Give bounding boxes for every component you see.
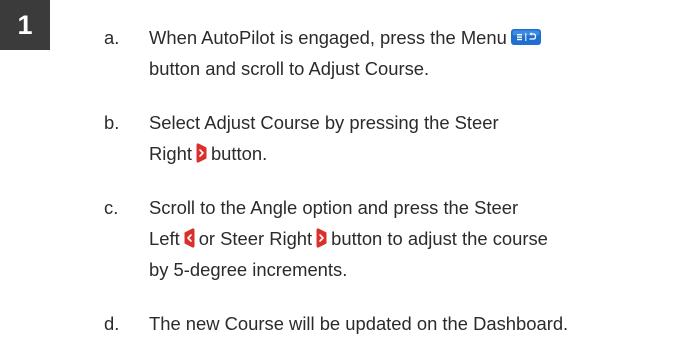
step-line: Left or Steer Right button to adjust the c… <box>149 223 678 254</box>
step-letter: a. <box>104 27 120 48</box>
step-line: Scroll to the Angle option and press the… <box>149 197 519 218</box>
step-text-segment: Left <box>149 228 180 249</box>
step-letter: b. <box>104 112 120 133</box>
step-text: The new Course will be updated on the Da… <box>149 308 678 339</box>
step-line: by 5-degree increments. <box>149 259 348 280</box>
step-letter: d. <box>104 313 120 334</box>
step-line: button and scroll to Adjust Course. <box>149 58 430 79</box>
step-text-segment: button. <box>210 143 268 164</box>
steer-left-button-icon <box>184 228 195 248</box>
step-text-segment: When AutoPilot is engaged, press the Men… <box>149 27 507 48</box>
step-text: Scroll to the Angle option and press the… <box>149 192 678 285</box>
step-line: The new Course will be updated on the Da… <box>149 313 569 334</box>
step-text: Select Adjust Course by pressing the Ste… <box>149 107 678 169</box>
step-number-badge: 1 <box>0 0 50 50</box>
step-text-segment: Right <box>149 143 192 164</box>
steer-right-button-icon <box>196 143 207 163</box>
menu-button-icon <box>510 29 541 46</box>
step-text-segment: or Steer Right <box>198 228 313 249</box>
step-letter: c. <box>104 197 119 218</box>
step-line: When AutoPilot is engaged, press the Men… <box>149 22 678 53</box>
step-text: When AutoPilot is engaged, press the Men… <box>149 22 678 84</box>
step-text-segment: button to adjust the course <box>331 228 548 249</box>
step-line: Right button. <box>149 138 678 169</box>
steer-right-button-icon <box>316 228 327 248</box>
step-line: Select Adjust Course by pressing the Ste… <box>149 112 499 133</box>
